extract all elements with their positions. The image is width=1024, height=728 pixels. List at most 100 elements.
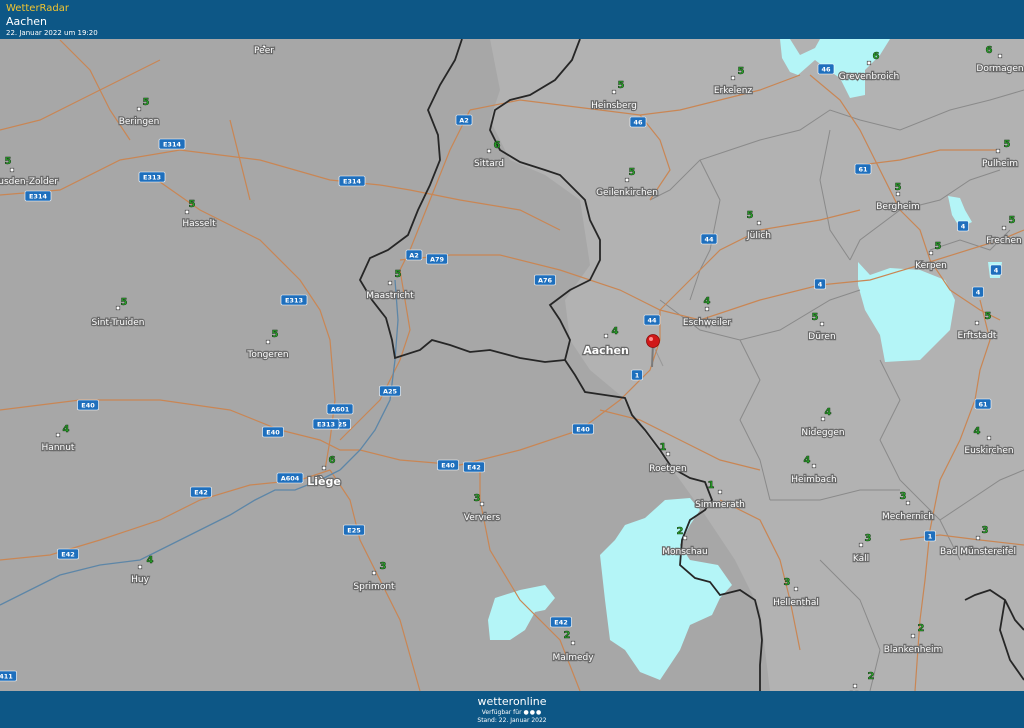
weather-value: 3 — [900, 491, 907, 502]
highway-label: A2 — [409, 251, 419, 259]
weather-value: 2 — [677, 526, 684, 537]
weather-value: 5 — [747, 210, 754, 221]
highway-label: 4 — [961, 222, 966, 230]
highway-shield: E313 — [280, 294, 308, 306]
brand-logo[interactable]: wetteronline — [0, 691, 1024, 708]
highway-shield: 4 — [957, 220, 969, 232]
weather-value: 5 — [812, 312, 819, 323]
weather-value: 3 — [474, 493, 481, 504]
app-header: WetterRadar Aachen 22. Januar 2022 um 19… — [0, 0, 1024, 39]
city-name: Verviers — [464, 513, 501, 523]
highway-label: E313 — [143, 173, 161, 181]
highway-shield: E40 — [572, 423, 594, 435]
highway-label: E42 — [194, 488, 208, 496]
city-name: Heusden-Zolder — [0, 177, 58, 187]
weather-value: 5 — [1004, 139, 1011, 150]
highway-shield: E314 — [338, 175, 366, 187]
highway-label: A79 — [430, 255, 445, 263]
city-dot — [371, 570, 377, 576]
weather-value: 5 — [618, 80, 625, 91]
city-name: Sint-Truiden — [92, 318, 145, 328]
weather-value: 5 — [121, 297, 128, 308]
city-dot — [995, 148, 1001, 154]
weather-value: 6 — [986, 45, 993, 56]
highway-shield: E313 — [138, 171, 166, 183]
city-dot — [479, 501, 485, 507]
city-name: Hellenthal — [773, 598, 819, 608]
highway-label: 1 — [635, 371, 640, 379]
highway-shield: E40 — [77, 399, 99, 411]
highway-label: E313 — [317, 420, 335, 428]
city-name: Maastricht — [366, 291, 414, 301]
highway-shield: 4 — [814, 278, 826, 290]
city-marker[interactable]: Peer — [253, 45, 276, 57]
highway-label: E40 — [81, 401, 95, 409]
highway-shield: E42 — [190, 486, 212, 498]
city-name: Malmedy — [552, 653, 594, 663]
weather-value: 4 — [704, 296, 711, 307]
city-name: Dormagen — [976, 64, 1023, 74]
app-footer: wetteronline Verfügbar für ●●● Stand: 22… — [0, 691, 1024, 728]
highway-label: E314 — [163, 140, 181, 148]
city-name: Bad Münstereifel — [940, 547, 1016, 557]
highway-shield: A79 — [426, 253, 448, 265]
city-name: Mechernich — [882, 512, 934, 522]
city-dot — [570, 640, 576, 646]
availability-text: Verfügbar für — [481, 709, 522, 716]
weather-value: 5 — [143, 97, 150, 108]
highway-shield: 1 — [631, 369, 643, 381]
highway-shield: 61 — [854, 163, 872, 175]
weather-value: 3 — [380, 561, 387, 572]
city-dot — [974, 320, 980, 326]
data-stand: Stand: 22. Januar 2022 — [477, 717, 547, 724]
radar-map[interactable]: E314 E313 E314 E314 A2 A2 A79 A76 E313 E25 A601 E40… — [0, 39, 1024, 691]
highway-label: A2 — [459, 116, 469, 124]
weather-value: 4 — [974, 426, 981, 437]
city-name: Blankenheim — [884, 645, 943, 655]
timestamp: 22. Januar 2022 um 19:20 — [6, 29, 98, 37]
highway-shield: A601 — [326, 403, 354, 415]
weather-value: 1 — [660, 442, 667, 453]
city-dot — [997, 53, 1003, 59]
weather-value: 5 — [985, 311, 992, 322]
weather-value: 5 — [272, 329, 279, 340]
highway-label: A601 — [331, 405, 350, 413]
city-name: Erkelenz — [714, 86, 753, 96]
highway-shield: A604 — [276, 472, 304, 484]
highway-shield: E40 — [437, 459, 459, 471]
weather-value: 5 — [189, 199, 196, 210]
city-dot — [866, 60, 872, 66]
city-name: Simmerath — [695, 500, 745, 510]
city-name: Heimbach — [791, 475, 836, 485]
highway-label: E40 — [576, 425, 590, 433]
weather-value: 5 — [738, 66, 745, 77]
location-title: Aachen — [6, 15, 48, 28]
weather-value: 5 — [1009, 215, 1016, 226]
highway-label: 4 — [818, 280, 823, 288]
highway-label: E40 — [441, 461, 455, 469]
highway-shield: A25 — [379, 385, 401, 397]
highway-label: E42 — [61, 550, 75, 558]
city-dot — [986, 435, 992, 441]
highway-shield: A2 — [455, 114, 473, 126]
highway-shield: A2 — [405, 249, 423, 261]
weather-value: 3 — [982, 525, 989, 536]
weather-value: 4 — [147, 555, 154, 566]
city-dot — [321, 465, 327, 471]
weather-value: 4 — [612, 326, 619, 337]
city-dot — [819, 321, 825, 327]
weather-value: 1 — [708, 480, 715, 491]
platform-icons: ●●● — [523, 709, 543, 716]
highway-label: 61 — [858, 165, 868, 173]
weather-value: 2 — [564, 630, 571, 641]
city-name: Beringen — [119, 117, 160, 127]
city-dot — [682, 535, 688, 541]
highway-label: 61 — [978, 400, 988, 408]
highway-label: 46 — [821, 65, 831, 73]
city-name: Tongeren — [246, 350, 288, 360]
city-name: Kerpen — [915, 261, 947, 271]
city-name: Sprimont — [353, 582, 395, 592]
weather-value: 4 — [825, 407, 832, 418]
highway-label: E314 — [29, 192, 47, 200]
highway-label: A604 — [281, 474, 300, 482]
